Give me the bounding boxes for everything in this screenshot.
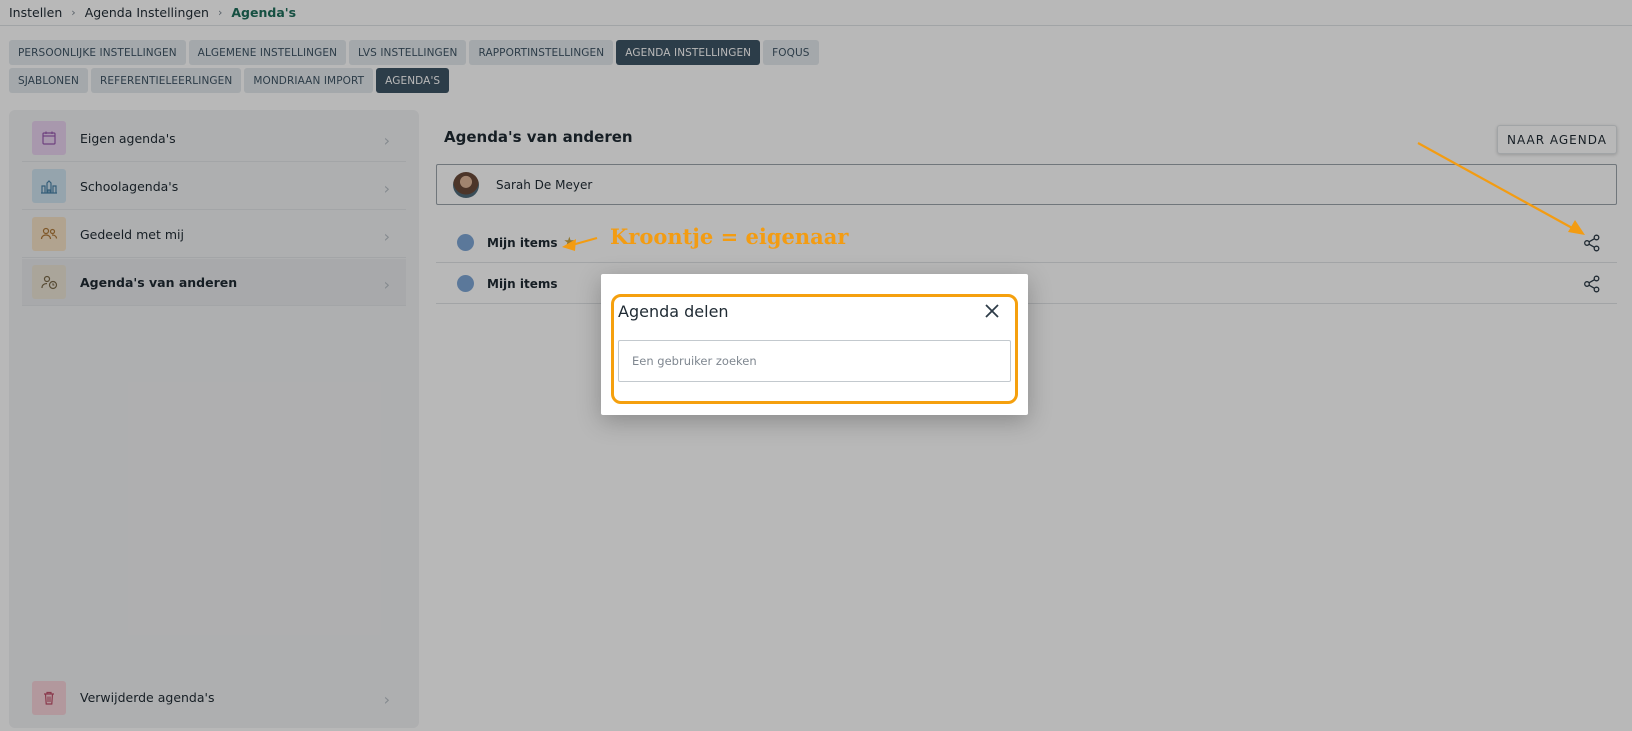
dialog-title: Agenda delen (618, 302, 729, 321)
user-search-input[interactable] (618, 340, 1011, 382)
share-dialog: Agenda delen (601, 274, 1028, 415)
annotation-label: Kroontje = eigenaar (610, 224, 849, 249)
close-icon[interactable] (983, 302, 1001, 320)
